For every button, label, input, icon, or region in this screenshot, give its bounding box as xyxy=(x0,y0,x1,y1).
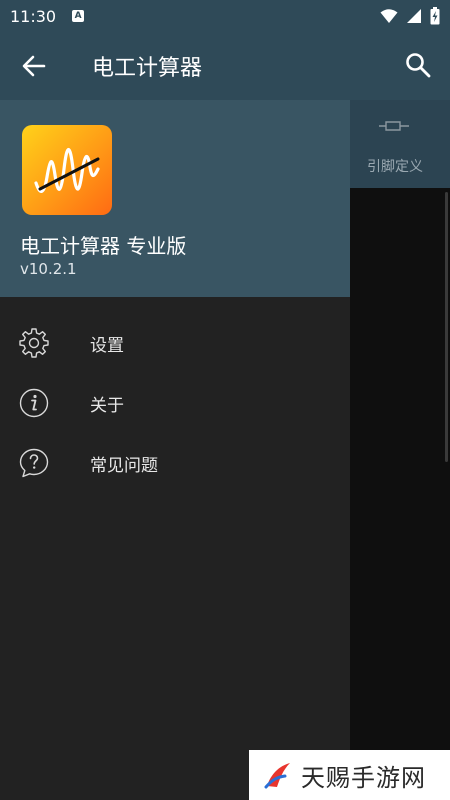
watermark-text: 天赐手游网 xyxy=(301,763,426,792)
search-icon[interactable] xyxy=(404,51,432,79)
notification-a-letter: A xyxy=(74,10,82,21)
battery-icon xyxy=(430,7,440,25)
toolbar-title: 电工计算器 xyxy=(92,56,203,81)
connector-icon xyxy=(379,121,409,131)
waveform-logo-icon xyxy=(34,147,100,193)
app-logo xyxy=(22,125,112,215)
drawer-app-name: 电工计算器 专业版 xyxy=(20,234,187,258)
menu-item-settings-label: 设置 xyxy=(90,336,124,356)
menu-item-settings[interactable]: 设置 xyxy=(0,313,350,373)
menu-item-faq[interactable]: 常见问题 xyxy=(0,433,350,493)
drawer-header: 电工计算器 专业版 v10.2.1 xyxy=(0,100,350,297)
navigation-drawer: 电工计算器 专业版 v10.2.1 设置 关于 常见问题 xyxy=(0,100,350,800)
arrow-left-icon[interactable] xyxy=(20,52,48,80)
status-time: 11:30 xyxy=(10,6,57,26)
scrollbar[interactable] xyxy=(445,192,448,462)
menu-item-about-label: 关于 xyxy=(90,396,124,416)
status-icons xyxy=(380,7,440,25)
help-icon xyxy=(19,448,49,478)
status-bar: 11:30 A xyxy=(0,0,450,32)
wifi-icon xyxy=(380,9,398,23)
watermark-logo-icon xyxy=(264,763,290,789)
signal-icon xyxy=(407,9,421,23)
menu-item-faq-label: 常见问题 xyxy=(90,456,158,476)
toolbar: 电工计算器 xyxy=(0,32,450,100)
notification-a-icon: A xyxy=(72,10,85,22)
tab-pin-definition-label: 引脚定义 xyxy=(367,159,423,175)
menu-item-about[interactable]: 关于 xyxy=(0,373,350,433)
watermark: 天赐手游网 xyxy=(249,750,450,800)
info-icon xyxy=(19,388,49,418)
background-content xyxy=(350,188,450,800)
drawer-app-version: v10.2.1 xyxy=(20,260,77,278)
gear-icon xyxy=(19,328,49,358)
